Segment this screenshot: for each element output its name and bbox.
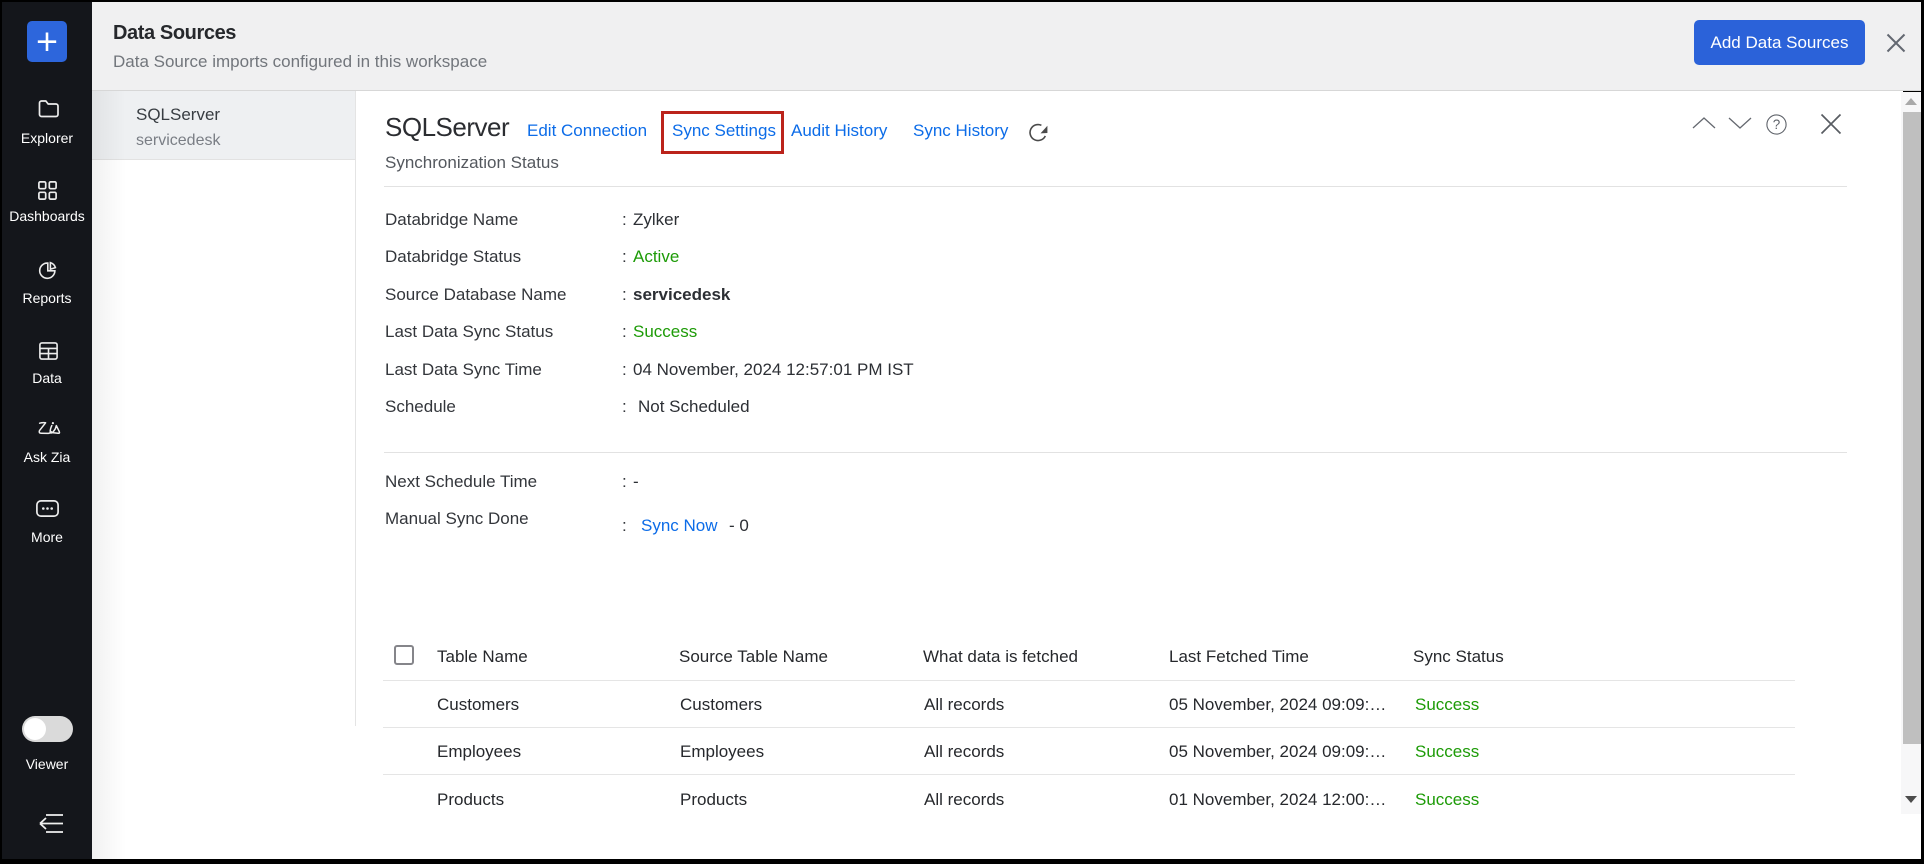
svg-text:?: ? — [1773, 117, 1781, 132]
